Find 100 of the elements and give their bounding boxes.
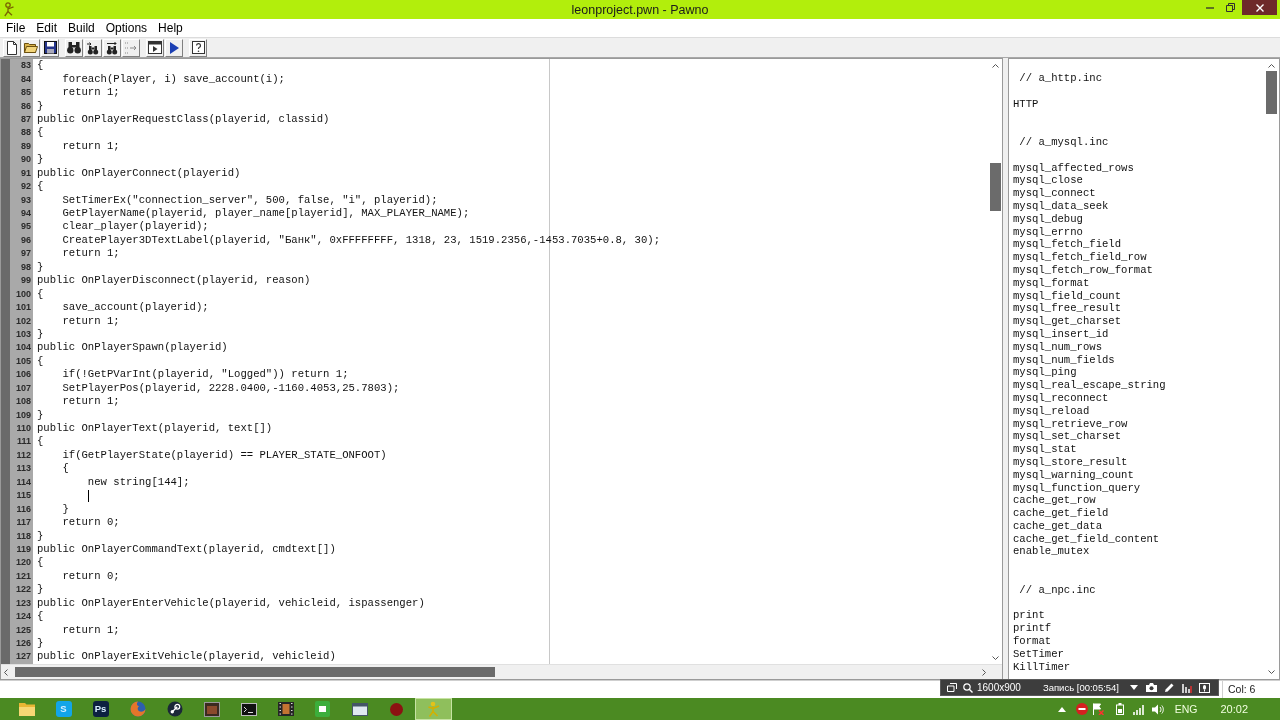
resolution-label: 1600x900: [977, 682, 1021, 693]
function-item[interactable]: mysql_fetch_row_format: [1013, 263, 1153, 276]
line-number: 85: [20, 87, 32, 99]
chevron-down-icon[interactable]: [1268, 670, 1275, 674]
find-next-button[interactable]: [84, 38, 102, 57]
function-item[interactable]: mysql_store_result: [1013, 455, 1128, 468]
function-item[interactable]: mysql_affected_rows: [1013, 161, 1134, 174]
compile-button[interactable]: [146, 38, 164, 57]
function-item[interactable]: cache_get_data: [1013, 519, 1102, 532]
function-item[interactable]: mysql_retrieve_row: [1013, 417, 1128, 430]
caret-down-icon[interactable]: [1130, 685, 1138, 690]
chevron-right-icon[interactable]: [982, 668, 986, 676]
folder-icon: [18, 702, 35, 716]
flag-icon[interactable]: [1091, 703, 1104, 715]
function-item[interactable]: mysql_data_seek: [1013, 199, 1109, 212]
taskbar-button[interactable]: Ps: [82, 698, 119, 720]
function-item[interactable]: cache_get_field_content: [1013, 532, 1160, 545]
function-item[interactable]: mysql_fetch_field: [1013, 238, 1122, 251]
pencil-icon[interactable]: [1164, 682, 1174, 693]
function-item[interactable]: mysql_set_charset: [1013, 430, 1122, 443]
function-item[interactable]: mysql_fetch_field_row: [1013, 251, 1147, 264]
function-item[interactable]: mysql_field_count: [1013, 289, 1122, 302]
help-icon: [191, 41, 205, 54]
code-line: GetPlayerName(playerid, player_name[playerid], MAX_PLAYER_NAME);: [61, 207, 470, 221]
function-item[interactable]: mysql_function_query: [1013, 481, 1141, 494]
function-item[interactable]: mysql_num_fields: [1013, 353, 1115, 366]
open-button[interactable]: [22, 38, 40, 57]
function-item[interactable]: mysql_free_result: [1013, 302, 1122, 315]
menu-item[interactable]: File: [2, 20, 30, 36]
speaker-icon[interactable]: [1151, 703, 1164, 715]
function-item[interactable]: mysql_insert_id: [1013, 327, 1109, 340]
function-item[interactable]: mysql_stat: [1013, 443, 1077, 456]
line-number: 114: [15, 476, 32, 488]
function-item[interactable]: enable_mutex: [1013, 545, 1090, 558]
function-item[interactable]: mysql_num_rows: [1013, 340, 1102, 353]
chevron-up-icon[interactable]: [1268, 64, 1275, 68]
stop-sign-icon[interactable]: [1075, 703, 1088, 715]
function-item[interactable]: mysql_warning_count: [1013, 468, 1134, 481]
chevron-up-icon[interactable]: [1057, 706, 1066, 712]
function-item[interactable]: mysql_ping: [1013, 366, 1077, 379]
line-number: 86: [20, 100, 32, 112]
new-file-button[interactable]: [3, 38, 21, 57]
horizontal-scrollbar[interactable]: [1, 664, 1002, 679]
function-item[interactable]: format: [1013, 635, 1052, 648]
function-item[interactable]: mysql_reconnect: [1013, 391, 1109, 404]
chevron-down-icon[interactable]: [992, 656, 999, 660]
function-item[interactable]: mysql_close: [1013, 174, 1083, 187]
page-icon: [5, 40, 19, 55]
function-item[interactable]: HTTP: [1013, 97, 1039, 110]
menu-item[interactable]: Options: [101, 20, 152, 36]
function-item[interactable]: KillTimer: [1013, 660, 1071, 673]
line-number: 83: [20, 60, 32, 72]
clock[interactable]: 20:02: [1220, 703, 1248, 715]
bars-icon[interactable]: [1182, 682, 1193, 693]
line-number: 115: [15, 490, 32, 502]
run-button[interactable]: [165, 38, 183, 57]
camera-icon[interactable]: [1146, 683, 1157, 692]
code-line: public OnPlayerSpawn(playerid): [36, 341, 228, 355]
function-item[interactable]: mysql_reload: [1013, 404, 1090, 417]
battery-icon[interactable]: [1115, 703, 1124, 715]
microphone-box-icon[interactable]: [1199, 682, 1210, 693]
code-line: foreach(Player, i) save_account(i);: [61, 72, 285, 86]
find-button[interactable]: [65, 38, 83, 57]
chevron-left-icon[interactable]: [4, 668, 8, 676]
function-item[interactable]: mysql_real_escape_string: [1013, 379, 1166, 392]
function-item[interactable]: mysql_errno: [1013, 225, 1083, 238]
function-item[interactable]: cache_get_field: [1013, 507, 1109, 520]
app-window-icon: [203, 701, 220, 717]
goto-button[interactable]: [122, 38, 140, 57]
language-indicator[interactable]: ENG: [1174, 703, 1198, 715]
scrollbar-thumb[interactable]: [990, 163, 1001, 211]
function-item[interactable]: print: [1013, 609, 1045, 622]
line-number: 97: [20, 248, 32, 260]
line-number: 87: [20, 113, 32, 125]
scrollbar-thumb[interactable]: [1266, 71, 1277, 114]
chevron-up-icon[interactable]: [992, 64, 999, 68]
function-item[interactable]: mysql_debug: [1013, 212, 1083, 225]
help-button[interactable]: [189, 38, 207, 57]
line-number: 104: [14, 342, 32, 354]
function-item[interactable]: mysql_connect: [1013, 187, 1096, 200]
save-button[interactable]: [41, 38, 59, 57]
code-line: return 1;: [61, 395, 120, 409]
replace-button[interactable]: [103, 38, 121, 57]
code-editor[interactable]: [0, 58, 1003, 680]
terminal-icon: [240, 702, 257, 716]
menu-item[interactable]: Build: [64, 20, 99, 36]
signal-icon[interactable]: [1132, 703, 1145, 715]
code-line: public OnPlayerConnect(playerid): [36, 166, 241, 180]
search-icon[interactable]: [963, 682, 973, 693]
function-item[interactable]: SetTimer: [1013, 647, 1064, 660]
menu-item[interactable]: Help: [154, 20, 187, 36]
function-item[interactable]: mysql_format: [1013, 276, 1090, 289]
code-line: {: [36, 287, 44, 301]
menu-item[interactable]: Edit: [32, 20, 62, 36]
function-item[interactable]: printf: [1013, 622, 1052, 635]
function-item[interactable]: mysql_get_charset: [1013, 315, 1122, 328]
function-item[interactable]: cache_get_row: [1013, 494, 1096, 507]
close-button[interactable]: [1242, 0, 1277, 15]
scrollbar-thumb[interactable]: [15, 667, 495, 677]
windows-icon[interactable]: [947, 683, 957, 692]
